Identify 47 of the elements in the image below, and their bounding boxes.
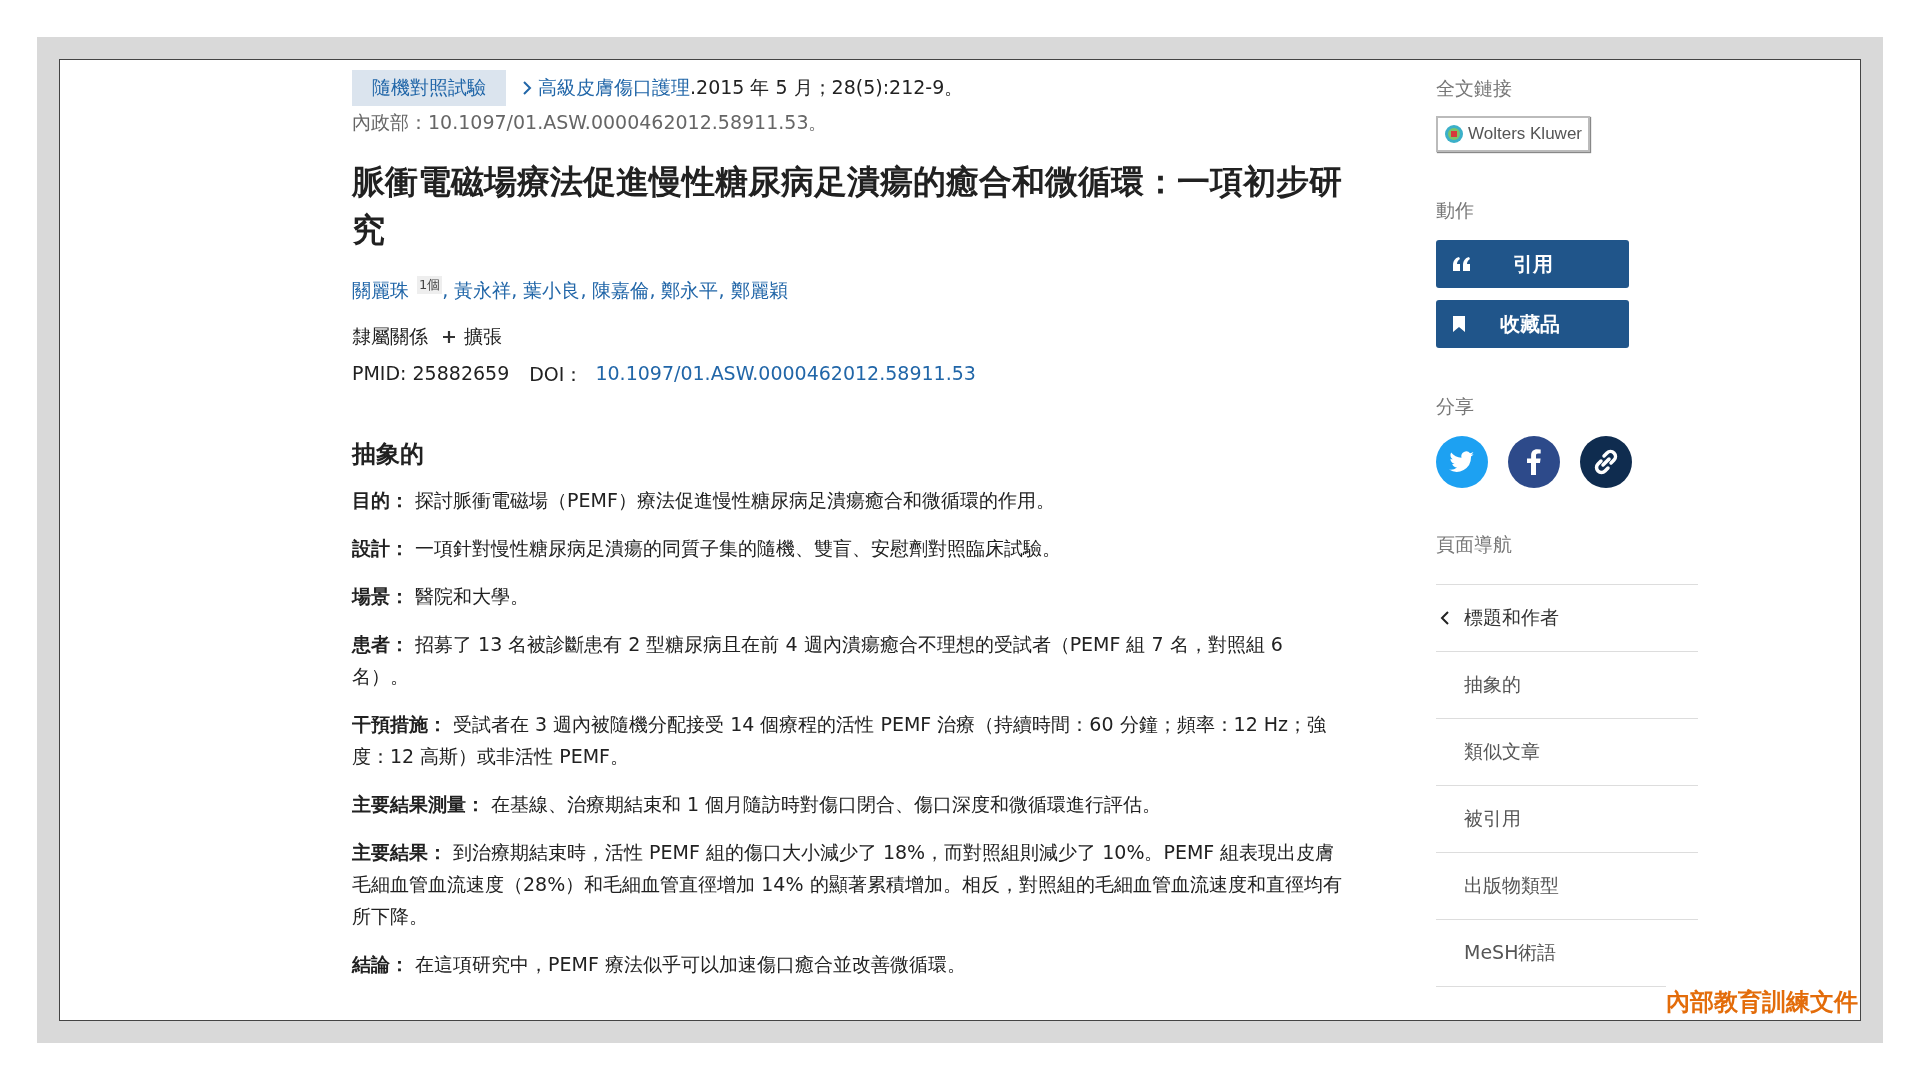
article-title: 脈衝電磁場療法促進慢性糖尿病足潰瘍的癒合和微循環：一項初步研究: [352, 161, 1342, 251]
publisher-link[interactable]: Wolters Kluwer: [1436, 116, 1590, 152]
author-link[interactable]: 葉小良,: [523, 278, 587, 304]
pmid-text: PMID: 25882659: [352, 362, 510, 386]
author-link[interactable]: 黃永祥,: [454, 278, 518, 304]
cite-button[interactable]: 引用: [1436, 240, 1629, 288]
page-nav-item[interactable]: 類似文章: [1436, 719, 1698, 786]
plus-icon: [442, 330, 456, 344]
doi-link[interactable]: 10.1097/01.ASW.0000462012.58911.53: [595, 362, 976, 388]
expand-button[interactable]: 擴張: [442, 324, 502, 350]
article-type-badge: 隨機對照試驗: [352, 70, 506, 106]
chevron-right-icon: [522, 80, 532, 96]
share-heading: 分享: [1436, 394, 1475, 419]
page-nav-item[interactable]: 被引用: [1436, 786, 1698, 853]
abstract-paragraph: 結論： 在這項研究中，PEMF 療法似乎可以加速傷口癒合並改善微循環。: [352, 952, 967, 977]
author-link[interactable]: 陳嘉倫,: [592, 278, 656, 304]
citation-text: 高級皮膚傷口護理.2015 年 5 月；28(5):212-9。: [538, 75, 964, 100]
journal-link[interactable]: 高級皮膚傷口護理: [538, 76, 690, 98]
abstract-paragraph: 主要結果： 到治療期結束時，活性 PEMF 組的傷口大小減少了 18%，而對照組則減少了 10%。PEMF 組表現出皮膚毛細血管血流速度（28%）和毛細血管直徑增加 14% 的顯著累積增加。相反，對照組的毛細血管血流速度和直徑均有所下降。: [352, 840, 1342, 929]
chevron-left-icon: [1440, 610, 1450, 626]
full-text-heading: 全文鏈接: [1436, 76, 1513, 101]
abstract-heading: 抽象的: [352, 439, 425, 470]
facebook-share-button[interactable]: [1508, 436, 1560, 488]
author-link[interactable]: 關麗珠: [352, 278, 409, 304]
affiliation-mark[interactable]: 1個: [417, 276, 443, 294]
abstract-paragraph: 患者： 招募了 13 名被診斷患有 2 型糖尿病且在前 4 週內潰瘍癒合不理想的受試者（PEMF 組 7 名，對照組 6 名）。: [352, 632, 1284, 689]
author-link[interactable]: 鄭永平,: [661, 278, 725, 304]
abstract-paragraph: 主要結果測量： 在基線、治療期結束和 1 個月隨訪時對傷口閉合、傷口深度和微循環進行評估。: [352, 792, 1163, 817]
abstract-paragraph: 場景： 醫院和大學。: [352, 584, 531, 609]
copy-link-button[interactable]: [1580, 436, 1632, 488]
abstract-paragraph: 干預措施： 受試者在 3 週內被隨機分配接受 14 個療程的活性 PEMF 治療（持續時間：60 分鐘；頻率：12 Hz；強度：12 高斯）或非活性 PEMF。: [352, 712, 1328, 769]
doi-label: DOI：: [529, 362, 584, 387]
page-navigation-heading: 頁面導航: [1436, 532, 1513, 557]
collections-button[interactable]: 收藏品: [1436, 300, 1629, 348]
twitter-share-button[interactable]: [1436, 436, 1488, 488]
doi-line: 內政部：10.1097/01.ASW.0000462012.58911.53。: [352, 110, 829, 135]
abstract-paragraph: 目的： 探討脈衝電磁場（PEMF）療法促進慢性糖尿病足潰瘍癒合和微循環的作用。: [352, 488, 1056, 513]
affiliations-label: 隸屬關係: [352, 324, 428, 349]
actions-heading: 動作: [1436, 198, 1475, 223]
author-link[interactable]: 鄭麗穎: [730, 278, 788, 304]
quote-icon: [1452, 256, 1472, 272]
page-nav-item[interactable]: 出版物類型: [1436, 853, 1698, 920]
author-separator: ,: [442, 279, 449, 301]
page-nav-item[interactable]: 標題和作者: [1436, 585, 1698, 652]
bookmark-icon: [1452, 315, 1466, 333]
abstract-paragraph: 設計： 一項針對慢性糖尿病足潰瘍的同質子集的隨機、雙盲、安慰劑對照臨床試驗。: [352, 536, 1063, 561]
page-nav-item[interactable]: 抽象的: [1436, 652, 1698, 719]
